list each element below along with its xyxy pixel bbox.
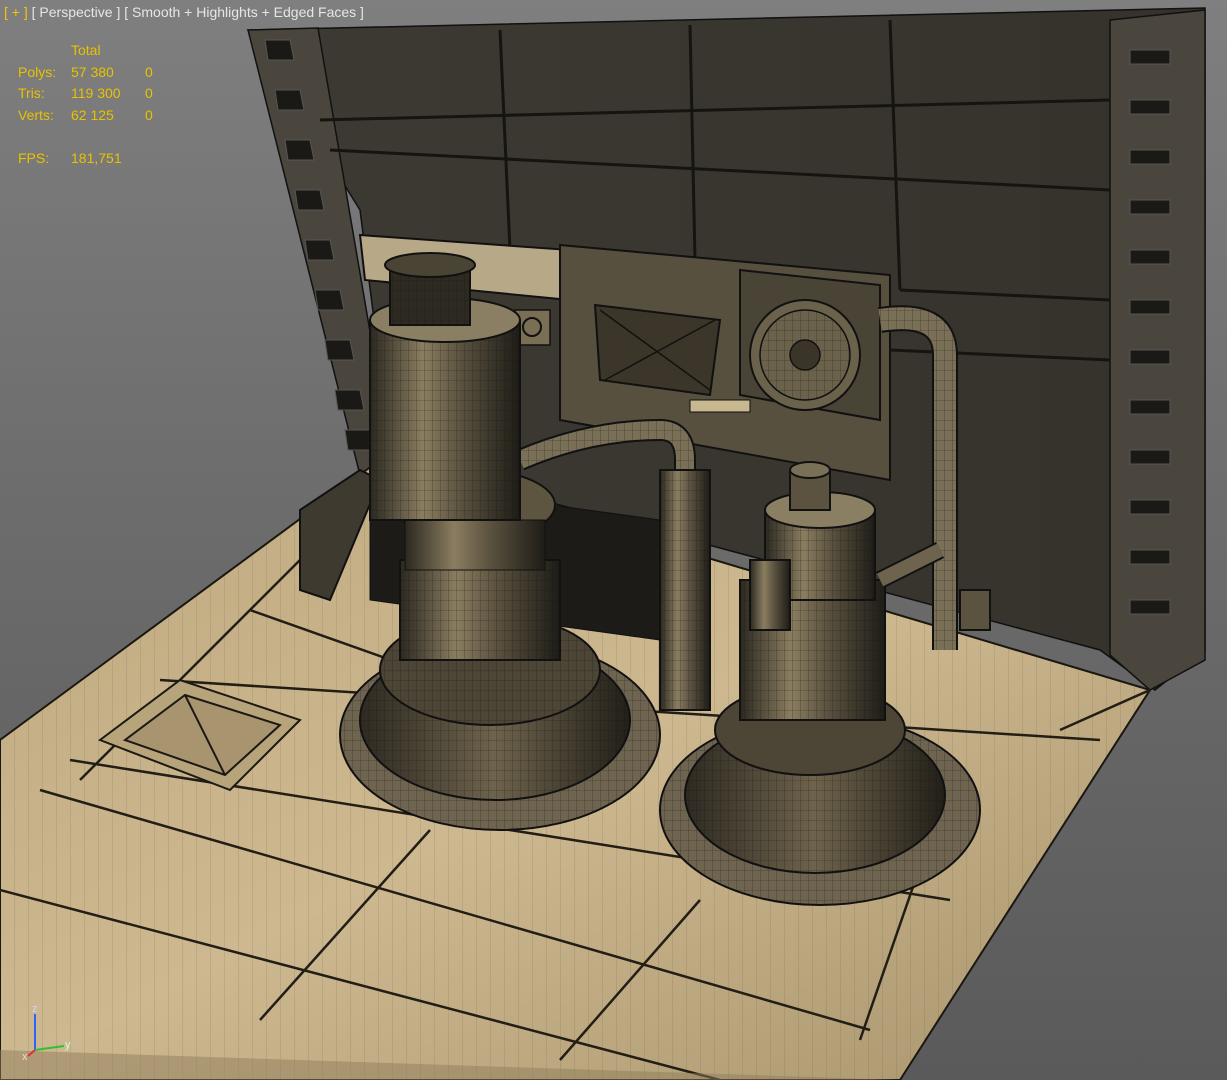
perspective-viewport[interactable]: [ + ] [ Perspective ] [ Smooth + Highlig… bbox=[0, 0, 1227, 1080]
stats-header-total: Total bbox=[71, 42, 101, 58]
fps-label: FPS: bbox=[18, 150, 50, 166]
y-axis-line bbox=[34, 1045, 65, 1051]
stats-label: Tris: bbox=[18, 85, 45, 101]
y-axis-label: y bbox=[65, 1039, 71, 1051]
x-axis-line bbox=[27, 1049, 36, 1057]
axis-gizmo: z y x bbox=[22, 1003, 71, 1060]
stats-label: Verts: bbox=[18, 107, 54, 123]
stats-total: 119 300 bbox=[71, 85, 121, 101]
x-axis-label: x bbox=[22, 1051, 28, 1060]
viewport-menu-button[interactable]: + bbox=[12, 4, 20, 20]
viewport-label-bar: [ + ] [ Perspective ] [ Smooth + Highlig… bbox=[4, 4, 364, 20]
stats-selected: 0 bbox=[145, 107, 153, 123]
stats-total: 57 380 bbox=[71, 64, 114, 80]
stats-selected: 0 bbox=[145, 85, 153, 101]
stats-label: Polys: bbox=[18, 64, 57, 80]
stats-selected: 0 bbox=[145, 64, 153, 80]
scene-render[interactable] bbox=[0, 0, 1227, 1080]
view-mode-button[interactable]: Perspective bbox=[39, 4, 112, 20]
stats-total: 62 125 bbox=[71, 107, 114, 123]
fps-value: 181,751 bbox=[71, 150, 122, 166]
shading-mode-button[interactable]: Smooth + Highlights + Edged Faces bbox=[132, 4, 356, 20]
z-axis-label: z bbox=[32, 1003, 38, 1015]
